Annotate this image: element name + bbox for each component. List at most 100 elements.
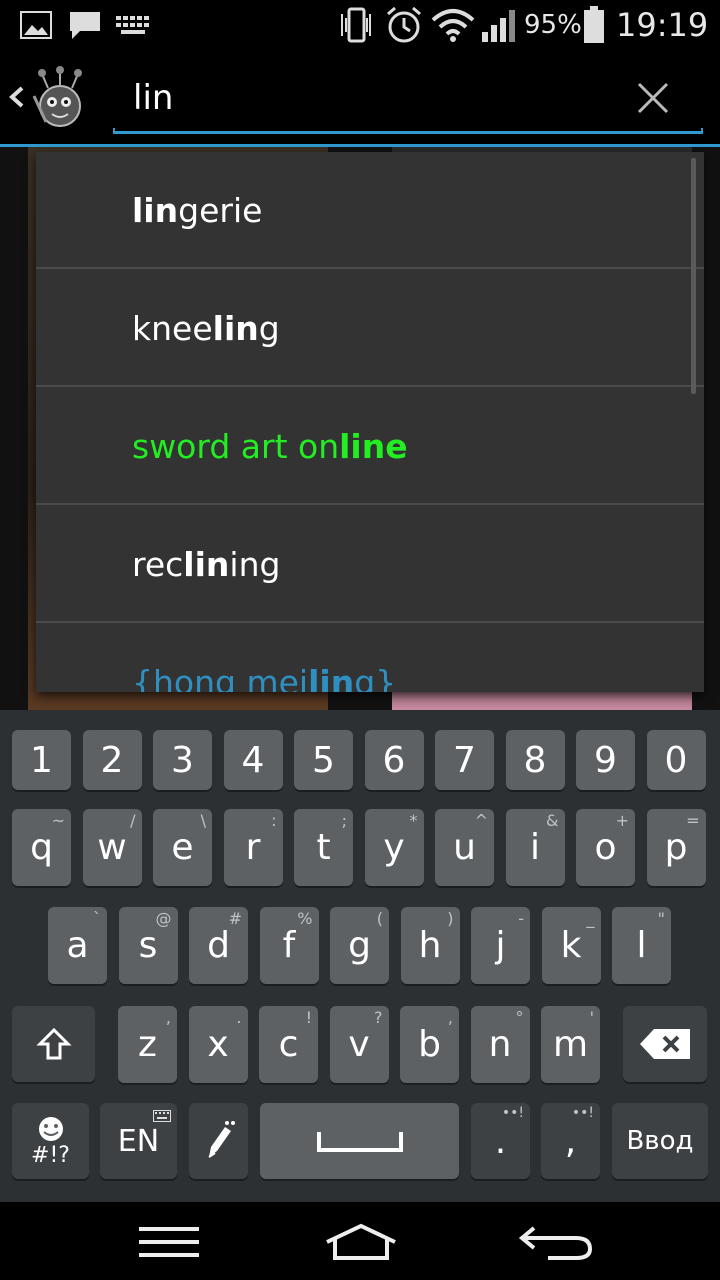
app-logo-icon[interactable] xyxy=(28,66,90,130)
key-label: e xyxy=(171,827,194,868)
alarm-icon xyxy=(382,0,426,50)
key-secondary-label: ) xyxy=(447,909,454,928)
comma-key[interactable]: , ••! xyxy=(541,1103,600,1179)
key-2[interactable]: 2 xyxy=(82,730,142,790)
emoji-icon xyxy=(38,1116,63,1141)
key-b[interactable]: b, xyxy=(400,1006,459,1083)
key-label: v xyxy=(348,1024,370,1065)
search-field[interactable] xyxy=(113,70,703,134)
key-g[interactable]: g( xyxy=(330,907,389,984)
key-1[interactable]: 1 xyxy=(12,730,71,790)
key-h[interactable]: h) xyxy=(400,907,460,984)
menu-icon[interactable] xyxy=(128,1212,210,1272)
key-i[interactable]: i & xyxy=(505,809,565,886)
gallery-icon xyxy=(18,0,54,50)
search-input[interactable] xyxy=(113,70,633,126)
key-q[interactable]: q ~ xyxy=(12,809,71,886)
shift-arrow-icon xyxy=(35,1027,72,1060)
key-c[interactable]: c! xyxy=(259,1006,318,1083)
signal-icon xyxy=(478,0,522,50)
key-l[interactable]: l " xyxy=(612,907,671,984)
key-w[interactable]: w / xyxy=(82,809,142,886)
suggestion-item[interactable]: lingerie xyxy=(36,152,704,269)
clock: 19:19 xyxy=(616,6,709,44)
navigation-bar xyxy=(0,1202,720,1280)
suggestion-item[interactable]: reclining xyxy=(36,506,704,623)
key-0[interactable]: 0 xyxy=(646,730,706,790)
key-label: f xyxy=(282,925,296,966)
key-secondary-label: : xyxy=(271,811,277,830)
key-p[interactable]: p = xyxy=(646,809,706,886)
suggestion-item[interactable]: kneeling xyxy=(36,270,704,387)
key-label: b xyxy=(418,1024,441,1065)
symbols-label: #!? xyxy=(31,1142,70,1168)
space-key[interactable] xyxy=(260,1103,459,1179)
back-chevron-icon[interactable] xyxy=(4,80,26,114)
key-label: k xyxy=(560,925,582,966)
key-r[interactable]: r: xyxy=(223,809,283,886)
key-e[interactable]: e \ xyxy=(153,809,212,886)
key-a[interactable]: a ` xyxy=(48,907,107,984)
suggestion-match: lin xyxy=(212,309,259,348)
key-secondary-label: \ xyxy=(200,811,206,830)
key-label: 2 xyxy=(100,739,124,781)
key-4[interactable]: 4 xyxy=(223,730,283,790)
keyboard-small-icon xyxy=(153,1107,171,1126)
pencil-icon xyxy=(207,1121,235,1158)
period-key[interactable]: . ••! xyxy=(471,1103,530,1179)
key-label: 4 xyxy=(241,739,265,781)
suggestion-match: lin xyxy=(308,663,355,692)
key-8[interactable]: 8 xyxy=(505,730,565,790)
home-icon[interactable] xyxy=(318,1212,404,1272)
search-underline xyxy=(113,128,703,134)
key-u[interactable]: u ^ xyxy=(435,809,494,886)
space-bar-icon xyxy=(316,1132,403,1152)
suggestion-text: ing xyxy=(229,545,281,584)
key-d[interactable]: d # xyxy=(189,907,248,984)
key-label: 1 xyxy=(30,739,53,781)
key-3[interactable]: 3 xyxy=(153,730,212,790)
suggestion-item[interactable]: sword art online xyxy=(36,388,704,505)
key-secondary-label: . xyxy=(236,1008,242,1027)
comma-label: , xyxy=(564,1120,577,1162)
suggestions-scrollbar[interactable] xyxy=(691,158,696,394)
key-n[interactable]: n ° xyxy=(470,1006,530,1083)
key-s[interactable]: s @ xyxy=(118,907,178,984)
key-v[interactable]: v? xyxy=(329,1006,389,1083)
handwriting-key[interactable] xyxy=(189,1103,248,1179)
suggestion-match: line xyxy=(339,427,408,466)
key-k[interactable]: k _ xyxy=(541,907,601,984)
symbols-key[interactable]: #!? xyxy=(12,1103,89,1179)
language-key[interactable]: EN xyxy=(100,1103,177,1179)
key-f[interactable]: f% xyxy=(259,907,319,984)
key-secondary-label: ' xyxy=(589,1008,594,1027)
back-icon[interactable] xyxy=(514,1212,600,1272)
key-6[interactable]: 6 xyxy=(364,730,424,790)
key-j[interactable]: j- xyxy=(471,907,530,984)
key-label: g xyxy=(348,925,371,966)
enter-key[interactable]: Ввод xyxy=(612,1103,708,1179)
key-7[interactable]: 7 xyxy=(435,730,494,790)
key-label: m xyxy=(552,1024,589,1065)
key-secondary-label: - xyxy=(518,909,524,928)
key-secondary-label: * xyxy=(409,811,418,830)
key-5[interactable]: 5 xyxy=(294,730,353,790)
key-o[interactable]: o + xyxy=(576,809,635,886)
suggestion-item[interactable]: {hong meiling} xyxy=(36,624,704,692)
key-label: o xyxy=(594,827,617,868)
key-x[interactable]: x. xyxy=(188,1006,248,1083)
key-t[interactable]: t; xyxy=(294,809,353,886)
suggestion-text: gerie xyxy=(178,191,263,230)
backspace-key[interactable] xyxy=(623,1006,707,1082)
wifi-icon xyxy=(430,0,476,50)
key-z[interactable]: z, xyxy=(118,1006,177,1083)
key-label: h xyxy=(418,925,442,966)
clear-search-icon[interactable] xyxy=(633,78,673,118)
key-label: d xyxy=(207,925,230,966)
key-9[interactable]: 9 xyxy=(576,730,635,790)
key-y[interactable]: y * xyxy=(364,809,424,886)
key-secondary-label: , xyxy=(165,1008,171,1027)
key-label: l xyxy=(636,925,647,966)
key-m[interactable]: m ' xyxy=(541,1006,600,1083)
shift-key[interactable] xyxy=(12,1006,95,1082)
